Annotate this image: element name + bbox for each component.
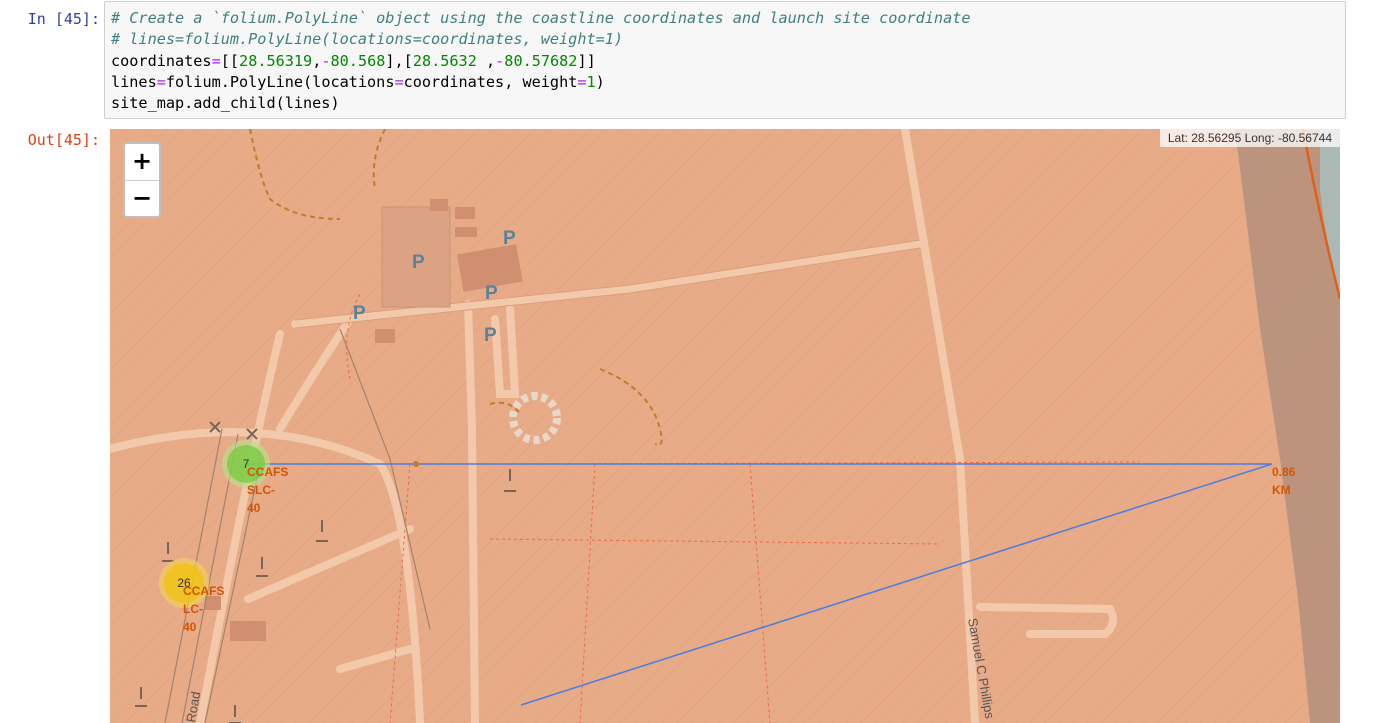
track-junction — [413, 461, 419, 467]
zoom-control: + − — [123, 142, 161, 218]
code-editor[interactable]: # Create a `folium.PolyLine` object usin… — [105, 2, 1345, 114]
building — [455, 227, 477, 237]
code-token: ],[ — [385, 51, 413, 70]
mouse-position-readout: Lat: 28.56295 Long: -80.56744 — [1159, 129, 1340, 147]
code-cell[interactable]: # Create a `folium.PolyLine` object usin… — [104, 1, 1346, 119]
code-token: [[ — [220, 51, 240, 70]
code-token: = — [394, 72, 404, 91]
code-line: # Create a `folium.PolyLine` object usin… — [111, 9, 971, 27]
code-token: = — [156, 72, 166, 91]
code-token: ]] — [577, 51, 596, 70]
code-token: site_map.add_child(lines) — [111, 94, 340, 113]
svg-text:P: P — [484, 325, 497, 346]
svg-text:P: P — [353, 303, 366, 324]
code-token: coordinates — [111, 51, 212, 70]
building — [230, 621, 266, 641]
code-token: coordinates, weight — [403, 72, 578, 91]
code-token: lines — [111, 72, 157, 91]
zoom-in-button[interactable]: + — [125, 144, 159, 180]
code-token: 1 — [586, 72, 596, 91]
code-token: = — [211, 51, 221, 70]
code-token: ) — [595, 72, 605, 91]
folium-map[interactable]: P P P P P Samuel C Phillips Road + − Lat… — [110, 129, 1340, 723]
svg-text:P: P — [485, 283, 498, 304]
code-line: # lines=folium.PolyLine(locations=coordi… — [111, 30, 623, 48]
code-token: folium.PolyLine(locations — [165, 72, 395, 91]
code-token: # Create a `folium.PolyLine` object usin… — [111, 9, 971, 27]
distance-label: 0.86 KM — [1272, 465, 1296, 497]
input-prompt: In [45]: — [27, 10, 100, 28]
building — [375, 329, 395, 343]
map-tiles: P P P P P Samuel C Phillips Road — [110, 129, 1340, 723]
zoom-out-button[interactable]: − — [125, 180, 159, 216]
code-line: site_map.add_child(lines) — [111, 94, 340, 112]
code-token: , — [476, 51, 496, 70]
code-token: , — [312, 51, 322, 70]
launch-site-label: CCAFS LC- 40 — [183, 584, 225, 634]
code-token: 28.5632 — [412, 51, 477, 70]
code-token: 28.56319 — [239, 51, 313, 70]
output-prompt: Out[45]: — [27, 131, 100, 149]
building — [455, 207, 475, 219]
svg-text:P: P — [503, 228, 516, 249]
code-token: # lines=folium.PolyLine(locations=coordi… — [111, 30, 624, 49]
svg-text:P: P — [412, 252, 425, 273]
code-line: coordinates=[[28.56319,-80.568],[28.5632… — [111, 52, 596, 70]
code-token: - — [321, 51, 331, 70]
code-line: lines=folium.PolyLine(locations=coordina… — [111, 73, 605, 91]
code-token: 80.57682 — [504, 51, 578, 70]
code-token: - — [495, 51, 505, 70]
launch-site-label: CCAFS SLC- 40 — [247, 465, 289, 515]
code-token: = — [577, 72, 587, 91]
code-token: 80.568 — [330, 51, 386, 70]
building — [430, 199, 448, 211]
